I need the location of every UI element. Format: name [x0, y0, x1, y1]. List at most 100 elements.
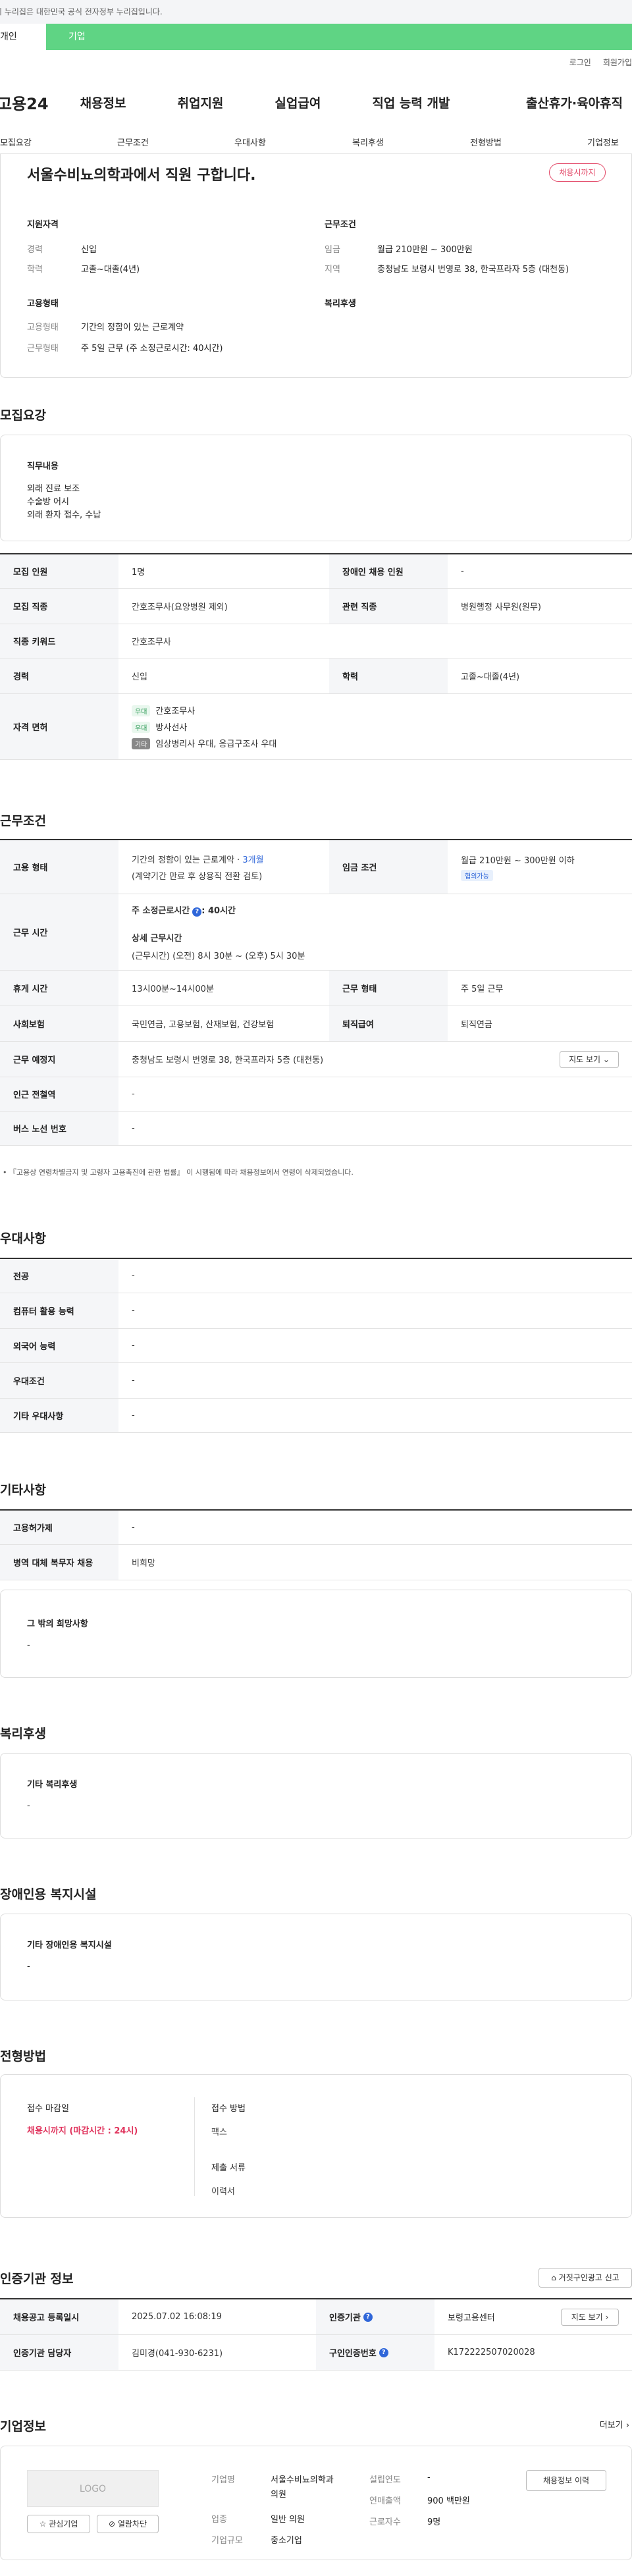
nav-jobs[interactable]: 채용정보 [80, 94, 126, 111]
detail-hours-value: (근무시간) (오전) 8시 30분 ~ (오후) 5시 30분 [132, 951, 305, 961]
tab-company[interactable]: 기업 [46, 24, 632, 50]
status-pill: 채용시까지 [549, 163, 606, 182]
block-icon: ⊘ [108, 2519, 116, 2529]
info-icon[interactable]: ? [192, 907, 202, 917]
table-row: 근무 시간 주 소정근로시간?: 40시간 상세 근무시간 (근무시간) (오전… [0, 894, 632, 971]
contract-period: 3개월 [242, 855, 264, 865]
subnav-pref[interactable]: 우대사항 [234, 136, 266, 148]
emp-label: 근로자수 [369, 2517, 401, 2527]
career-value: 신입 [81, 245, 97, 255]
company-name-cont: 의원 [271, 2490, 286, 2500]
docs-label: 제출 서류 [211, 2163, 246, 2173]
row-label: 고용허가제 [0, 1511, 118, 1544]
sales-value: 900 백만원 [427, 2496, 470, 2506]
nav-leave[interactable]: 출산휴가·육아휴직 [526, 94, 623, 111]
ind-value: 일반 의원 [271, 2515, 305, 2525]
age-notice-text: 『고용상 연령차별금지 및 고령자 고용촉진에 관한 법률』 이 시행됨에 따라… [9, 1168, 354, 1177]
edu-label: 학력 [27, 265, 43, 275]
row-value: 병원행정 사무원(원무) [461, 603, 541, 612]
row-value: - [132, 1123, 135, 1133]
wish-box: 그 밖의 희망사항 - [0, 1590, 632, 1678]
work-label: 근무형태 [27, 344, 59, 354]
row-label: 인증기관 담당자 [0, 2335, 118, 2370]
nav-support[interactable]: 취업지원 [177, 94, 223, 111]
pref-badge: 우대 [132, 705, 151, 716]
welfare-box: 기타 복리후생 - [0, 1753, 632, 1838]
fav-company-button[interactable]: ☆ 관심기업 [27, 2515, 90, 2533]
detail-hours-label: 상세 근무시간 [132, 933, 182, 944]
pref-heading: 우대사항 [0, 1231, 46, 1246]
map-button-label: 지도 보기 [571, 2313, 603, 2322]
table-row: 컴퓨터 활용 능력 - [0, 1293, 632, 1329]
map-button[interactable]: 지도 보기 ⌄ [560, 1051, 619, 1068]
block-button[interactable]: ⊘ 열람차단 [97, 2515, 159, 2533]
career-label: 경력 [27, 245, 43, 255]
table-row: 인증기관 담당자 김미경(041-930-6231) 구인인증번호? K1722… [0, 2335, 632, 2371]
hiring-history-button[interactable]: 채용정보 이력 [526, 2470, 606, 2491]
size-label: 기업규모 [211, 2536, 243, 2546]
row-label: 채용공고 등록일시 [0, 2299, 118, 2334]
table-row: 전공 - [0, 1259, 632, 1293]
subnav-company[interactable]: 기업정보 [587, 136, 619, 148]
info-icon[interactable]: ? [363, 2312, 373, 2322]
row-value: - [132, 1089, 135, 1099]
row-value: 주 5일 근무 [461, 984, 504, 994]
row-label: 컴퓨터 활용 능력 [0, 1293, 118, 1328]
nav-training[interactable]: 직업 능력 개발 [372, 94, 450, 111]
row-label: 버스 노선 번호 [0, 1112, 118, 1145]
subnav-work[interactable]: 근무조건 [117, 136, 149, 148]
row-label: 구인인증번호? [316, 2335, 434, 2370]
table-row: 우대조건 - [0, 1363, 632, 1399]
deadline-value: 채용시까지 (마감시간 : 24시) [27, 2126, 138, 2136]
site-logo[interactable]: 고용24 [0, 91, 49, 114]
emp-value: 9명 [427, 2517, 441, 2527]
sales-label: 연매출액 [369, 2496, 401, 2506]
subnav-recruit[interactable]: 모집요강 [0, 136, 32, 148]
row-label: 근무 예정지 [0, 1042, 118, 1077]
row-value: 퇴직연금 [461, 1020, 492, 1030]
nav-benefit[interactable]: 실업급여 [275, 94, 321, 111]
company-heading: 기업정보 [0, 2419, 46, 2434]
row-label: 퇴직급여 [329, 1006, 448, 1041]
warning-icon: ⌂ [551, 2273, 556, 2282]
license-name: 임상병리사 우대, 응급구조사 우대 [155, 739, 277, 749]
wish-value: - [27, 1640, 30, 1650]
subnav-welfare[interactable]: 복리후생 [352, 136, 384, 148]
tab-personal[interactable]: 개인 [0, 24, 46, 50]
job-title: 서울수비뇨의학과에서 직원 구합니다. [27, 167, 256, 184]
more-link[interactable]: 더보기 › [600, 2418, 629, 2430]
other-table: 고용허가제 - 병역 대체 복무자 채용 비희망 [0, 1509, 632, 1580]
duty-title: 직무내용 [27, 462, 59, 471]
qual-title: 지원자격 [27, 220, 59, 230]
map-button-label: 지도 보기 [569, 1055, 601, 1064]
license-name: 간호조무사 [155, 707, 196, 716]
row-value: - [132, 1271, 135, 1281]
row-value: 고졸~대졸(4년) [461, 672, 520, 682]
row-value: 2025.07.02 16:08:19 [132, 2312, 222, 2322]
etc-badge: 기타 [132, 738, 151, 749]
facility-heading: 장애인용 복지시설 [0, 1887, 97, 1902]
row-label: 근무 형태 [329, 971, 448, 1006]
license-item: 기타 임상병리사 우대, 응급구조사 우대 [132, 737, 276, 749]
method-label: 접수 방법 [211, 2104, 246, 2114]
subnav-screen[interactable]: 전형방법 [470, 136, 502, 148]
name-label: 기업명 [211, 2475, 235, 2485]
table-row: 병역 대체 복무자 채용 비희망 [0, 1545, 632, 1580]
row-label: 병역 대체 복무자 채용 [0, 1545, 118, 1580]
duty-line: 외래 진료 보조 [27, 484, 80, 494]
year-label: 설립연도 [369, 2475, 401, 2485]
welfare-box-title: 기타 복리후생 [27, 1780, 78, 1790]
duty-box: 직무내용 외래 진료 보조 수술방 어시 외래 환자 접수, 수납 [0, 435, 632, 541]
chevron-right-icon: › [605, 2313, 609, 2322]
inst-map-button[interactable]: 지도 보기 › [561, 2309, 619, 2326]
table-row: 사회보험 국민연금, 고용보험, 산재보험, 건강보험 퇴직급여 퇴직연금 [0, 1006, 632, 1042]
welfare-box-value: - [27, 1801, 30, 1811]
join-link[interactable]: 회원가입 [603, 58, 632, 67]
block-label: 열람차단 [117, 2519, 147, 2529]
login-link[interactable]: 로그인 [569, 58, 591, 67]
pay-label: 임금 [325, 245, 340, 255]
report-button[interactable]: ⌂ 거짓구인광고 신고 [539, 2268, 632, 2288]
info-icon[interactable]: ? [379, 2348, 388, 2357]
star-icon: ☆ [39, 2519, 47, 2529]
row-value: 간호조무사(요양병원 제외) [132, 603, 228, 612]
